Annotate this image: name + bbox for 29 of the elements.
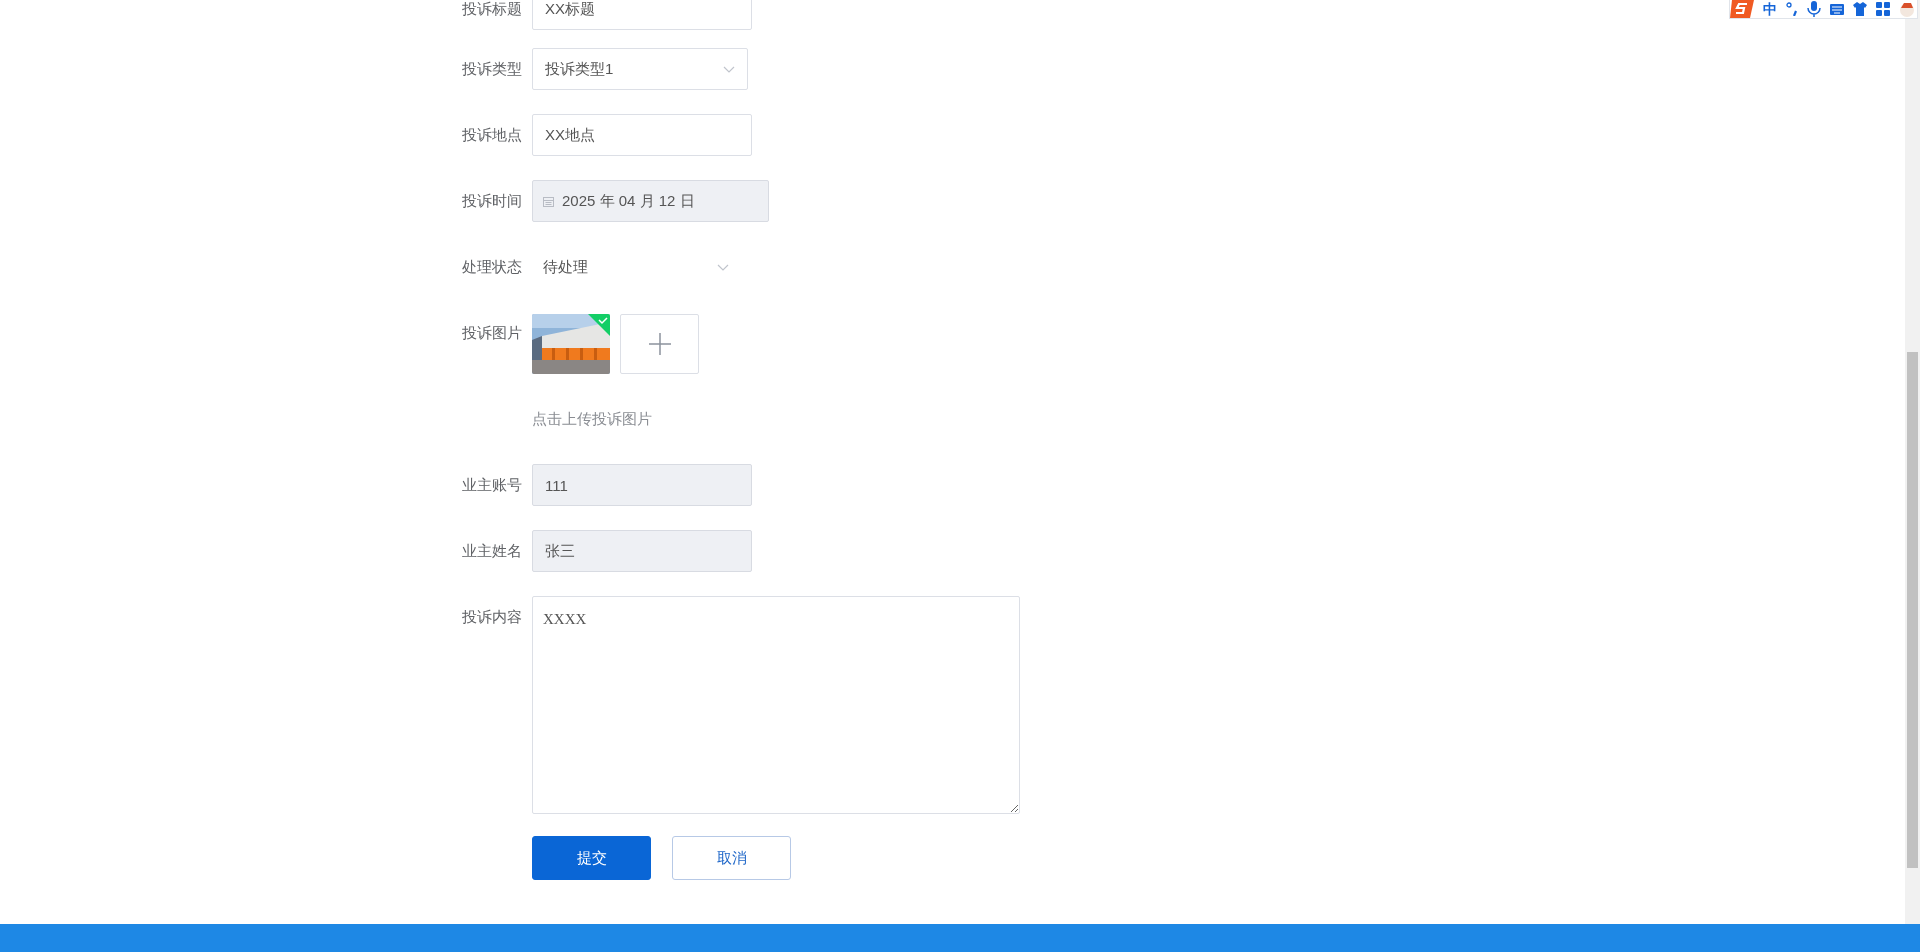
field-label: 投诉图片 bbox=[461, 323, 523, 343]
field-label: 投诉内容 bbox=[461, 607, 523, 627]
field-label: 业主账号 bbox=[461, 475, 523, 495]
input-field[interactable]: XX地点 bbox=[532, 114, 752, 156]
keyboard-icon[interactable] bbox=[1830, 2, 1844, 16]
avatar-icon[interactable] bbox=[1899, 1, 1915, 17]
input-mode-toggle[interactable]: 中 bbox=[1763, 1, 1777, 17]
field-label: 投诉标题 bbox=[461, 0, 523, 19]
shirt-icon[interactable] bbox=[1853, 2, 1867, 16]
select-field[interactable]: 投诉类型1 bbox=[532, 48, 748, 90]
field-label: 投诉时间 bbox=[461, 191, 523, 211]
plus-icon bbox=[648, 333, 671, 355]
chevron-down-icon bbox=[717, 263, 729, 271]
input-field[interactable]: XX标题 bbox=[532, 0, 752, 30]
field-label: 投诉类型 bbox=[461, 59, 523, 79]
submit-button[interactable]: 提交 bbox=[532, 836, 651, 880]
scrollbar-thumb[interactable] bbox=[1907, 352, 1918, 868]
upload-hint: 点击上传投诉图片 bbox=[532, 409, 653, 429]
cancel-button[interactable]: 取消 bbox=[672, 836, 791, 880]
textarea-field[interactable]: XXXX bbox=[532, 596, 1020, 814]
calendar-icon bbox=[543, 195, 554, 207]
chevron-down-icon bbox=[723, 65, 735, 73]
field-label: 投诉地点 bbox=[461, 125, 523, 145]
field-label: 处理状态 bbox=[461, 257, 523, 277]
punctuation-icon[interactable] bbox=[1786, 2, 1798, 16]
field-label: 业主姓名 bbox=[461, 541, 523, 561]
grid-icon[interactable] bbox=[1876, 2, 1890, 16]
ime-logo-icon[interactable] bbox=[1730, 0, 1754, 20]
microphone-icon[interactable] bbox=[1807, 1, 1821, 17]
